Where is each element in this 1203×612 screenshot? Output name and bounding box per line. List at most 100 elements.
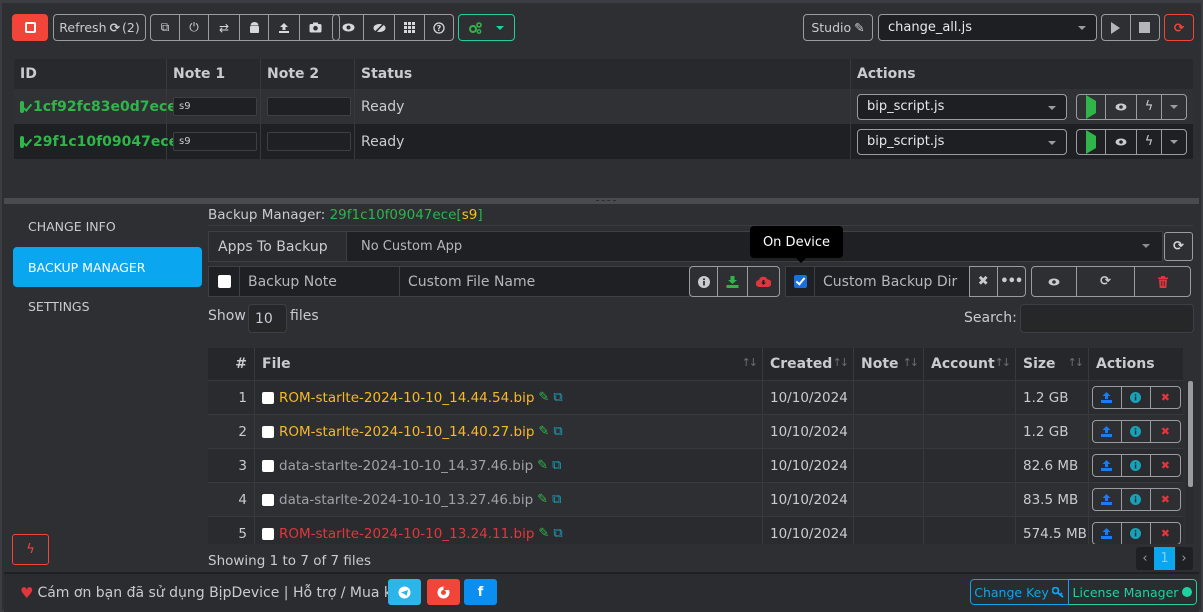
select-all-checkbox-cell[interactable]: [209, 267, 240, 296]
delete-file-button[interactable]: ✖: [1151, 523, 1179, 544]
select-all-checkbox[interactable]: [217, 275, 231, 288]
pencil-icon[interactable]: ✎: [538, 424, 549, 439]
file-info-button[interactable]: [1122, 421, 1152, 442]
more-button[interactable]: [1162, 95, 1186, 119]
file-info-button[interactable]: [1122, 523, 1152, 544]
file-info-button[interactable]: [1122, 489, 1152, 510]
sidebar-item-settings[interactable]: SETTINGS: [13, 286, 202, 326]
sidebar-item-backup-manager[interactable]: BACKUP MANAGER: [13, 247, 202, 287]
custom-file-name-input[interactable]: Custom File Name: [400, 267, 689, 296]
file-row[interactable]: 5 ROM-starlte-2024-10-10_13.24.11.bip ✎ ⧉ 10…: [208, 516, 1183, 544]
panel-splitter[interactable]: [4, 198, 1199, 204]
note1-input[interactable]: s9: [173, 132, 257, 151]
android-icon[interactable]: [240, 15, 269, 40]
more-button[interactable]: [1162, 130, 1186, 154]
delete-button[interactable]: [1135, 267, 1190, 296]
refresh-apps-button[interactable]: ⟳: [1164, 232, 1193, 261]
stop-all-button[interactable]: [12, 14, 48, 41]
header-file[interactable]: File ↑↓: [255, 348, 763, 380]
device-checkbox[interactable]: [20, 100, 24, 113]
camera-icon[interactable]: [300, 15, 331, 40]
note2-input[interactable]: [267, 97, 351, 116]
cloud-download-button[interactable]: [748, 267, 779, 296]
file-checkbox[interactable]: [262, 459, 274, 472]
file-checkbox[interactable]: [262, 527, 274, 540]
restore-button[interactable]: [1093, 387, 1122, 408]
browse-dir-button[interactable]: •••: [998, 267, 1025, 296]
device-row[interactable]: 29f1c10f09047ece s9 Ready bip_script.js …: [14, 124, 1193, 159]
sidebar-item-change-info[interactable]: CHANGE INFO: [13, 206, 202, 246]
restore-button[interactable]: [1093, 455, 1122, 476]
file-row[interactable]: 1 ROM-starlte-2024-10-10_14.44.54.bip ✎ ⧉ 10…: [208, 380, 1183, 414]
copy-icon[interactable]: ⧉: [151, 15, 180, 40]
pencil-icon[interactable]: ✎: [537, 492, 548, 507]
flash-button[interactable]: ϟ: [1137, 129, 1162, 154]
scripts-menu-button[interactable]: [458, 14, 515, 41]
file-name[interactable]: ROM-starlte-2024-10-10_14.44.54.bip: [279, 390, 534, 406]
view-button[interactable]: [1106, 94, 1137, 119]
eye-slash-icon[interactable]: [364, 15, 395, 40]
telegram-button[interactable]: [388, 579, 421, 605]
page-1-button[interactable]: 1: [1154, 547, 1175, 570]
backup-note-input[interactable]: Backup Note: [240, 267, 400, 296]
sync-button[interactable]: ⟳: [1077, 267, 1135, 296]
delete-file-button[interactable]: ✖: [1151, 387, 1179, 408]
pencil-icon[interactable]: ✎: [537, 458, 548, 473]
file-info-button[interactable]: [1122, 455, 1152, 476]
files-scrollbar-thumb[interactable]: [1188, 381, 1193, 487]
file-info-button[interactable]: [1122, 387, 1152, 408]
info-button[interactable]: [690, 267, 719, 296]
header-size[interactable]: Size ↑↓: [1016, 348, 1089, 380]
run-button[interactable]: [1077, 94, 1106, 119]
facebook-button[interactable]: f: [464, 579, 497, 605]
flash-button[interactable]: ϟ: [1137, 94, 1162, 119]
restore-button[interactable]: [1093, 421, 1122, 442]
device-checkbox[interactable]: [20, 135, 24, 148]
clear-dir-button[interactable]: ✖: [970, 267, 998, 296]
help-icon[interactable]: ?: [425, 15, 453, 40]
copy-icon[interactable]: ⧉: [552, 492, 561, 507]
delete-file-button[interactable]: ✖: [1151, 421, 1179, 442]
eye-icon[interactable]: [333, 15, 364, 40]
studio-button[interactable]: Studio ✎: [803, 14, 873, 41]
file-name[interactable]: ROM-starlte-2024-10-10_13.24.11.bip: [279, 526, 534, 542]
header-created[interactable]: Created ↑↓: [763, 348, 854, 380]
header-note[interactable]: Note ↑↓: [854, 348, 924, 380]
custom-backup-dir-input[interactable]: Custom Backup Dir: [815, 267, 969, 296]
note1-input[interactable]: s9: [173, 97, 257, 116]
run-button[interactable]: [1077, 129, 1106, 154]
copy-icon[interactable]: ⧉: [553, 526, 562, 541]
play-button[interactable]: [1102, 15, 1131, 40]
search-input[interactable]: [1020, 304, 1194, 333]
file-checkbox[interactable]: [262, 493, 274, 506]
file-name[interactable]: data-starlte-2024-10-10_13.27.46.bip: [279, 492, 533, 508]
file-checkbox[interactable]: [262, 425, 274, 438]
upload-icon[interactable]: [269, 15, 300, 40]
on-device-checkbox[interactable]: [793, 275, 807, 288]
file-checkbox[interactable]: [262, 391, 274, 404]
device-script-select[interactable]: bip_script.js: [857, 128, 1067, 155]
copy-icon[interactable]: ⧉: [553, 424, 562, 439]
file-name[interactable]: ROM-starlte-2024-10-10_14.40.27.bip: [279, 424, 534, 440]
grid-icon[interactable]: [395, 15, 425, 40]
delete-file-button[interactable]: ✖: [1151, 455, 1179, 476]
file-row[interactable]: 3 data-starlte-2024-10-10_14.37.46.bip ✎ ⧉ 1…: [208, 448, 1183, 482]
device-script-select[interactable]: bip_script.js: [857, 93, 1067, 120]
prev-page-button[interactable]: ‹: [1136, 547, 1154, 570]
next-page-button[interactable]: ›: [1175, 547, 1193, 570]
power-icon[interactable]: ⏻: [180, 15, 209, 40]
license-manager-button[interactable]: License Manager: [1069, 579, 1197, 605]
website-button[interactable]: [427, 579, 460, 605]
copy-icon[interactable]: ⧉: [552, 458, 561, 473]
restore-button[interactable]: [1093, 523, 1122, 544]
stop-script-button[interactable]: [1131, 15, 1159, 40]
file-row[interactable]: 2 ROM-starlte-2024-10-10_14.40.27.bip ✎ ⧉ 10…: [208, 414, 1183, 448]
change-key-button[interactable]: Change Key: [970, 579, 1069, 605]
pencil-icon[interactable]: ✎: [538, 526, 549, 541]
header-account[interactable]: Account ↑↓: [924, 348, 1016, 380]
on-device-checkbox-cell[interactable]: [786, 267, 815, 296]
page-length-select[interactable]: 10: [248, 304, 287, 333]
file-name[interactable]: data-starlte-2024-10-10_14.37.46.bip: [279, 458, 533, 474]
header-num[interactable]: #: [208, 348, 255, 380]
delete-file-button[interactable]: ✖: [1151, 489, 1179, 510]
